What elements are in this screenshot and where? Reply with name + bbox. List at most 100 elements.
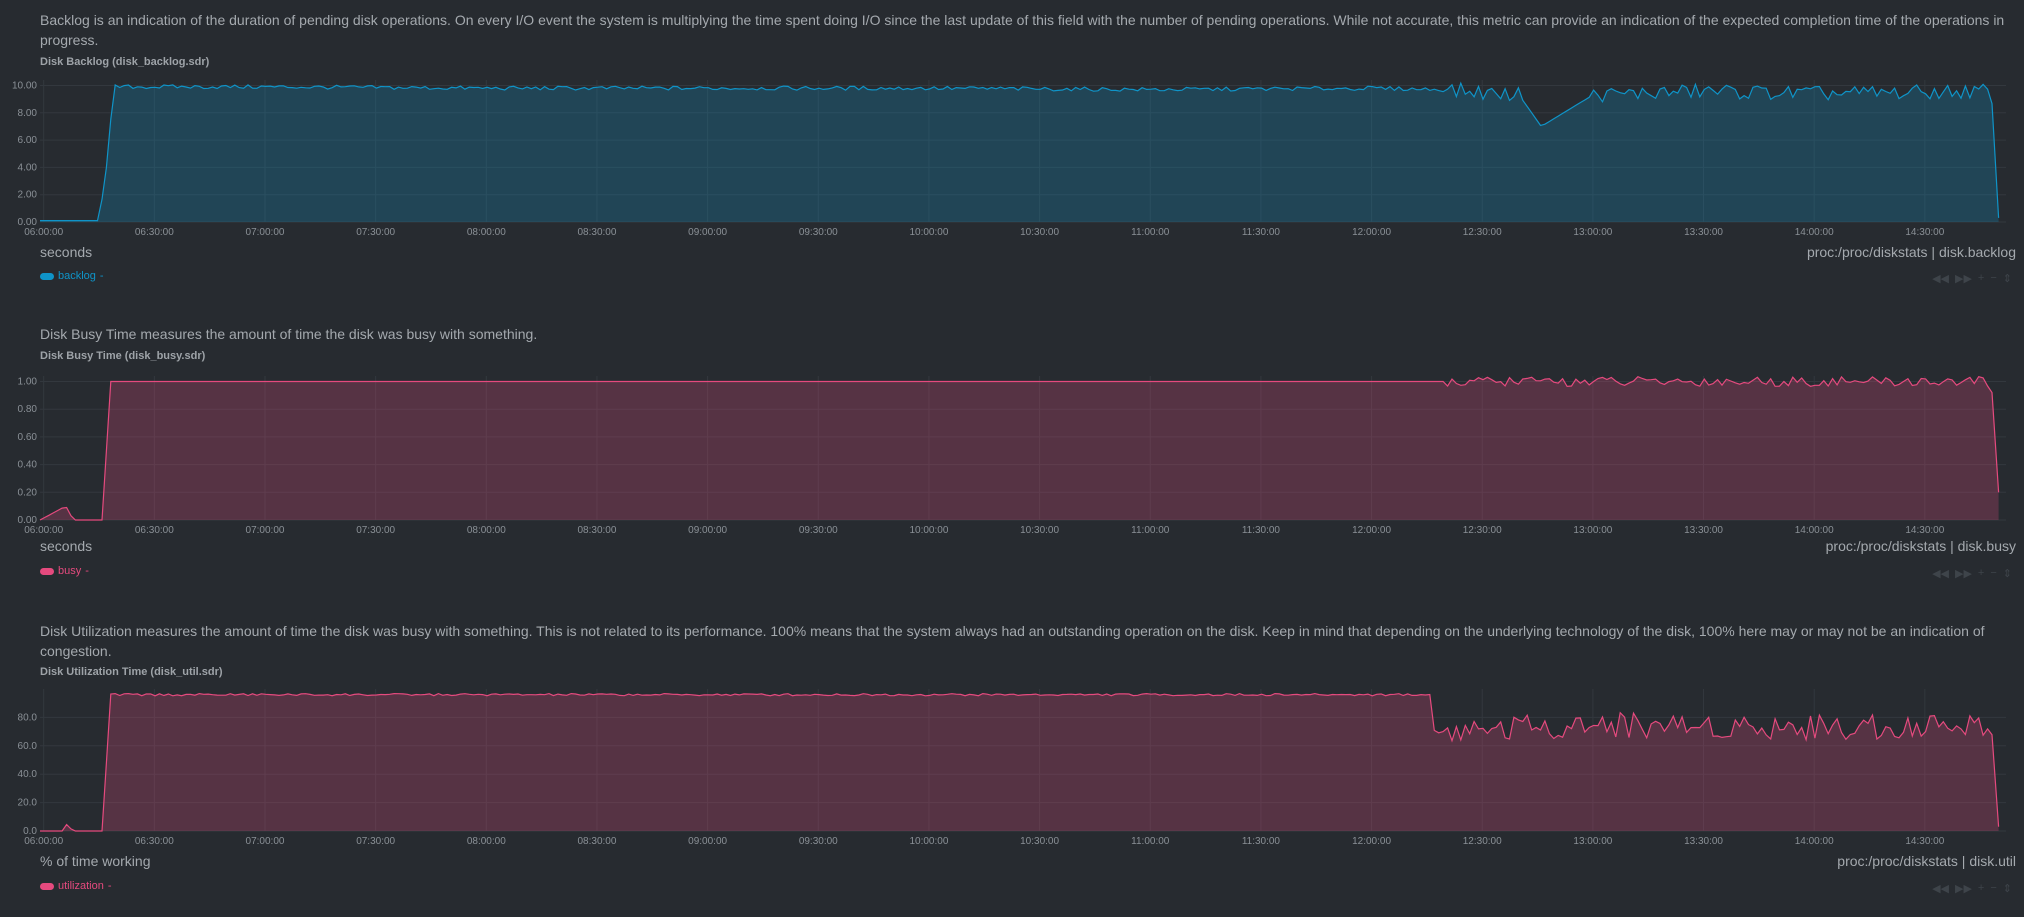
- x-tick-label: 10:30:00: [1020, 525, 1059, 536]
- x-tick-label: 07:00:00: [246, 525, 285, 536]
- x-tick-label: 11:30:00: [1242, 227, 1281, 238]
- x-tick-label: 08:00:00: [467, 836, 506, 845]
- resize-icon[interactable]: ⇕: [2003, 567, 2012, 580]
- x-tick-label: 09:30:00: [799, 525, 838, 536]
- x-tick-label: 07:30:00: [356, 227, 395, 238]
- x-tick-label: 13:30:00: [1684, 836, 1723, 845]
- x-tick-label: 14:30:00: [1905, 525, 1944, 536]
- x-tick-label: 09:00:00: [688, 836, 727, 845]
- y-tick-label: 4.00: [18, 162, 38, 173]
- zoom-out-icon[interactable]: −: [1990, 567, 1996, 580]
- chart-units: % of time working: [40, 853, 151, 869]
- zoom-in-icon[interactable]: +: [1978, 272, 1984, 285]
- x-tick-label: 10:00:00: [909, 227, 948, 238]
- backlog-chart[interactable]: 10.008.006.004.002.000.0006:00:00 06:30:0…: [0, 62, 2024, 242]
- x-tick-label: 08:00:00: [467, 525, 506, 536]
- busy-chart[interactable]: 1.000.800.600.400.200.0006:00:00 06:30:00…: [0, 364, 2024, 540]
- x-tick-label: 11:00:00: [1131, 836, 1170, 845]
- x-tick-label: 06:00:00: [24, 525, 63, 536]
- utilization-chart[interactable]: 80.060.040.020.00.006:00:00 06:30:00 07:00…: [0, 675, 2024, 845]
- x-tick-label: 13:30:00: [1684, 227, 1723, 238]
- zoom-in-icon[interactable]: +: [1978, 567, 1984, 580]
- rewind-icon[interactable]: ◀◀: [1932, 272, 1949, 285]
- legend-item-utilization[interactable]: utilization -: [40, 880, 112, 892]
- x-tick-label: 08:30:00: [578, 525, 617, 536]
- chart-context: proc:/proc/diskstats | disk.util: [1837, 853, 2016, 869]
- series-area-busy: [40, 376, 1999, 520]
- legend-item-busy[interactable]: busy -: [40, 565, 89, 577]
- chart-toolbox: ◀◀ ▶▶ + − ⇕: [1932, 272, 2012, 285]
- y-tick-label: 2.00: [18, 190, 38, 201]
- zoom-out-icon[interactable]: −: [1990, 272, 1996, 285]
- chart-context: proc:/proc/diskstats | disk.busy: [1825, 538, 2016, 554]
- x-tick-label: 12:30:00: [1463, 836, 1502, 845]
- legend-swatch: [40, 272, 54, 280]
- x-tick-label: 10:00:00: [909, 525, 948, 536]
- zoom-in-icon[interactable]: +: [1978, 882, 1984, 895]
- rewind-icon[interactable]: ◀◀: [1932, 567, 1949, 580]
- x-tick-label: 12:00:00: [1352, 227, 1391, 238]
- x-tick-label: 14:00:00: [1795, 227, 1834, 238]
- y-tick-label: 0.20: [18, 487, 38, 498]
- legend-swatch: [40, 882, 54, 890]
- x-tick-label: 10:00:00: [909, 836, 948, 845]
- x-tick-label: 09:30:00: [799, 836, 838, 845]
- series-area-backlog: [40, 83, 1999, 222]
- resize-icon[interactable]: ⇕: [2003, 882, 2012, 895]
- x-tick-label: 10:30:00: [1020, 836, 1059, 845]
- x-tick-label: 14:30:00: [1905, 227, 1944, 238]
- chart-description: Disk Busy Time measures the amount of ti…: [40, 326, 538, 342]
- x-tick-label: 07:00:00: [246, 227, 285, 238]
- y-tick-label: 40.0: [18, 769, 38, 780]
- fast-forward-icon[interactable]: ▶▶: [1955, 272, 1972, 285]
- x-tick-label: 12:30:00: [1463, 525, 1502, 536]
- series-area-utilization: [40, 693, 1999, 831]
- x-tick-label: 14:00:00: [1795, 836, 1834, 845]
- x-tick-label: 09:30:00: [799, 227, 838, 238]
- fast-forward-icon[interactable]: ▶▶: [1955, 567, 1972, 580]
- chart-description: Backlog is an indication of the duration…: [40, 12, 2005, 48]
- x-tick-label: 13:30:00: [1684, 525, 1723, 536]
- x-tick-label: 13:00:00: [1573, 836, 1612, 845]
- y-tick-label: 20.0: [18, 798, 38, 809]
- legend-swatch: [40, 567, 54, 575]
- x-tick-label: 11:00:00: [1131, 525, 1170, 536]
- resize-icon[interactable]: ⇕: [2003, 272, 2012, 285]
- x-tick-label: 13:00:00: [1573, 525, 1612, 536]
- x-tick-label: 06:00:00: [24, 227, 63, 238]
- y-tick-label: 60.0: [18, 741, 38, 752]
- x-tick-label: 08:30:00: [578, 227, 617, 238]
- chart-section-utilization: Disk Utilization measures the amount of …: [0, 615, 2024, 917]
- x-tick-label: 06:30:00: [135, 525, 174, 536]
- chart-context: proc:/proc/diskstats | disk.backlog: [1806, 244, 2016, 260]
- legend-item-backlog[interactable]: backlog -: [40, 270, 104, 282]
- y-tick-label: 8.00: [18, 108, 38, 119]
- chart-section-busy: Disk Busy Time measures the amount of ti…: [0, 320, 2024, 615]
- chart-toolbox: ◀◀ ▶▶ + − ⇕: [1932, 567, 2012, 580]
- legend-label: backlog: [58, 270, 96, 282]
- x-tick-label: 06:30:00: [135, 836, 174, 845]
- x-tick-label: 06:00:00: [24, 836, 63, 845]
- legend-value: -: [107, 880, 112, 892]
- x-tick-label: 07:00:00: [246, 836, 285, 845]
- legend-label: busy: [58, 565, 82, 577]
- x-tick-label: 11:30:00: [1242, 525, 1281, 536]
- chart-title: Disk Busy Time (disk_busy.sdr): [40, 350, 206, 362]
- rewind-icon[interactable]: ◀◀: [1932, 882, 1949, 895]
- chart-section-backlog: Backlog is an indication of the duration…: [0, 0, 2024, 300]
- x-tick-label: 12:00:00: [1352, 836, 1391, 845]
- x-tick-label: 08:00:00: [467, 227, 506, 238]
- y-tick-label: 10.00: [12, 80, 37, 91]
- fast-forward-icon[interactable]: ▶▶: [1955, 882, 1972, 895]
- legend-label: utilization: [58, 880, 104, 892]
- x-tick-label: 06:30:00: [135, 227, 174, 238]
- y-tick-label: 80.0: [18, 712, 38, 723]
- x-tick-label: 14:30:00: [1905, 836, 1944, 845]
- y-tick-label: 0.40: [18, 460, 38, 471]
- chart-toolbox: ◀◀ ▶▶ + − ⇕: [1932, 882, 2012, 895]
- y-tick-label: 1.00: [18, 377, 38, 388]
- x-tick-label: 12:00:00: [1352, 525, 1391, 536]
- zoom-out-icon[interactable]: −: [1990, 882, 1996, 895]
- x-tick-label: 11:00:00: [1131, 227, 1170, 238]
- y-tick-label: 6.00: [18, 135, 38, 146]
